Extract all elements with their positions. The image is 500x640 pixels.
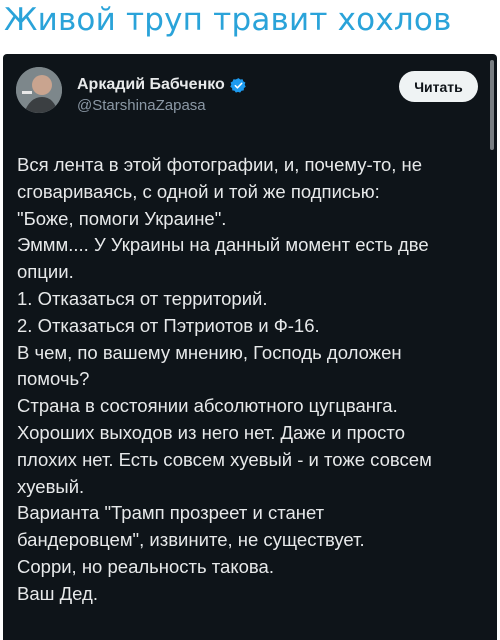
verified-badge-icon — [230, 77, 247, 94]
tweet-text-line: Варианта "Трамп прозреет и станет — [17, 502, 325, 524]
tweet-text-line: Хороших выходов из него нет. Даже и прос… — [17, 421, 405, 443]
tweet-text-line: "Боже, помоги Украине". — [17, 207, 227, 229]
tweet-text-line: В чем, по вашему мнению, Господь доложен — [17, 341, 402, 363]
tweet-text-line: Вся лента в этой фотографии, и, почему-т… — [17, 154, 423, 175]
author-name[interactable]: Аркадий Бабченко — [77, 76, 225, 94]
tweet-card: Аркадий Бабченко @StarshinaZapasa Читать… — [3, 54, 497, 640]
tweet-text-line: помочь? — [17, 368, 90, 390]
tweet-text-line: Ваш Дед. — [17, 582, 98, 604]
tweet-text-line: Страна в состоянии абсолютного цугцванга… — [17, 395, 398, 417]
tweet-text-line: Эммм.... У Украины на данный момент есть… — [17, 234, 429, 256]
tweet-text-line: сговариваясь, с одной и той же подписью: — [17, 180, 380, 202]
tweet-text-line: опции. — [17, 261, 74, 283]
avatar[interactable] — [16, 67, 62, 113]
tweet-text-line: плохих нет. Есть совсем хуевый - и тоже … — [17, 448, 432, 470]
tweet-text-line: бандеровцем", извините, не существует. — [17, 529, 365, 551]
headline: Живой труп травит хохлов — [4, 2, 452, 38]
author-row: Аркадий Бабченко — [77, 74, 247, 96]
author-handle[interactable]: @StarshinaZapasa — [77, 97, 206, 114]
tweet-text: Вся лента в этой фотографии, и, почему-т… — [17, 152, 485, 608]
tweet-text-line: Сорри, но реальность такова. — [17, 555, 274, 577]
follow-button[interactable]: Читать — [399, 71, 478, 102]
tweet-text-line: 2. Отказаться от Пэтриотов и Ф-16. — [17, 314, 320, 336]
tweet-text-line: хуевый. — [17, 475, 85, 497]
tweet-text-line: 1. Отказаться от территорий. — [17, 287, 268, 309]
scrollbar[interactable] — [490, 60, 494, 150]
